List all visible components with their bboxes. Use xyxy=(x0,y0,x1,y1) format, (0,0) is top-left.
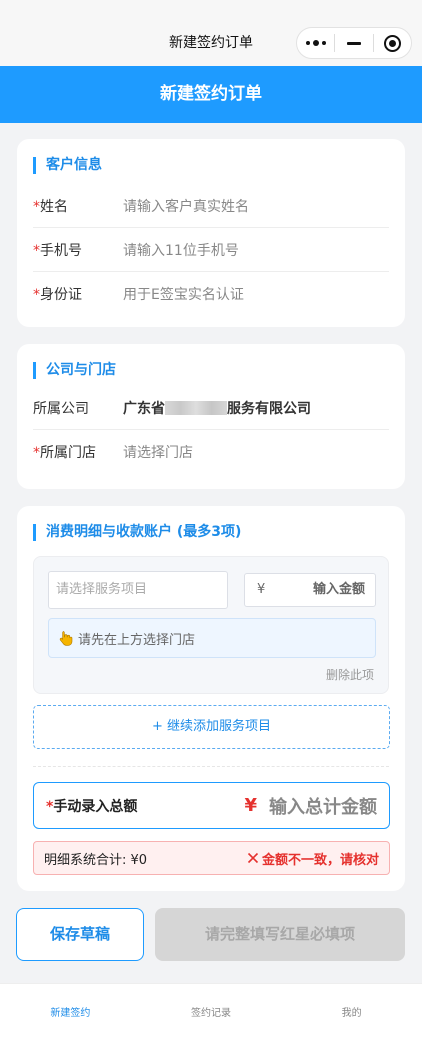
id-row[interactable]: *身份证 用于E签宝实名认证 xyxy=(33,272,389,316)
items-card: 消费明细与收款账户 (最多3项) 请选择服务项目 ¥ 输入金额 请先在上方选择门… xyxy=(17,506,405,891)
name-label: 姓名 xyxy=(40,198,68,215)
page-header: 新建签约订单 xyxy=(0,66,422,123)
store-picker[interactable]: 请选择门店 xyxy=(123,442,193,462)
total-currency-symbol: ¥ xyxy=(244,795,257,816)
id-label: 身份证 xyxy=(40,287,82,303)
company-value: 广东省 服务有限公司 xyxy=(123,400,311,417)
service-picker[interactable]: 请选择服务项目 xyxy=(48,571,228,609)
delete-item-button[interactable]: 删除此项 xyxy=(326,666,374,683)
total-amount-field[interactable]: *手动录入总额 ¥ 输入总计金额 xyxy=(33,782,390,829)
currency-symbol: ¥ xyxy=(257,582,266,597)
company-card: 公司与门店 所属公司 广东省 服务有限公司 *所属门店 请选择门店 xyxy=(17,344,405,489)
required-mark: * xyxy=(33,242,40,259)
name-row[interactable]: *姓名 请输入客户真实姓名 xyxy=(33,184,389,228)
minimize-icon xyxy=(346,41,361,45)
id-input[interactable]: 用于E签宝实名认证 xyxy=(123,284,244,304)
close-button[interactable] xyxy=(374,28,411,58)
customer-info-card: 客户信息 *姓名 请输入客户真实姓名 *手机号 请输入11位手机号 *身份证 用… xyxy=(17,139,405,327)
amount-input[interactable]: ¥ 输入金额 xyxy=(244,573,376,607)
total-label: 手动录入总额 xyxy=(53,798,138,815)
name-input[interactable]: 请输入客户真实姓名 xyxy=(123,196,249,216)
more-icon xyxy=(305,40,326,46)
system-total: 明细系统合计: ¥0 xyxy=(44,852,148,868)
required-mark: * xyxy=(33,198,40,215)
phone-input[interactable]: 请输入11位手机号 xyxy=(123,240,239,260)
amount-placeholder: 输入金额 xyxy=(312,582,365,597)
close-target-icon xyxy=(383,34,401,52)
bottom-tab-bar: 新建签约 签约记录 我的 xyxy=(0,983,422,1039)
phone-row[interactable]: *手机号 请输入11位手机号 xyxy=(33,228,389,272)
service-item: 请选择服务项目 ¥ 输入金额 请先在上方选择门店 删除此项 xyxy=(33,556,389,694)
store-row[interactable]: *所属门店 请选择门店 xyxy=(33,430,389,474)
mismatch-text: 金额不一致，请核对 xyxy=(261,852,379,868)
divider xyxy=(33,766,389,767)
required-mark: * xyxy=(33,287,40,303)
company-row: 所属公司 广东省 服务有限公司 xyxy=(33,386,389,430)
total-amount-input[interactable]: 输入总计金额 xyxy=(269,793,377,819)
minimize-button[interactable] xyxy=(335,28,372,58)
items-section-title: 消费明细与收款账户 (最多3项) xyxy=(33,524,241,541)
more-button[interactable] xyxy=(297,28,334,58)
store-label: 所属门店 xyxy=(40,445,96,461)
required-mark: * xyxy=(33,445,40,461)
store-tip: 请先在上方选择门店 xyxy=(48,618,376,658)
tab-mine[interactable]: 我的 xyxy=(281,984,422,1039)
tab-new-contract[interactable]: 新建签约 xyxy=(0,984,141,1039)
pointing-hand-icon xyxy=(59,631,73,646)
company-label: 所属公司 xyxy=(33,400,89,417)
mini-program-capsule xyxy=(296,27,412,59)
company-section-title: 公司与门店 xyxy=(33,362,116,379)
phone-label: 手机号 xyxy=(40,242,82,259)
store-tip-text: 请先在上方选择门店 xyxy=(78,632,196,648)
close-x-icon xyxy=(247,852,259,864)
add-service-button[interactable]: + 继续添加服务项目 xyxy=(33,705,390,749)
wechat-title-bar: 新建签约订单 xyxy=(0,0,422,66)
tab-contract-records[interactable]: 签约记录 xyxy=(141,984,282,1039)
redacted-block xyxy=(165,400,227,415)
customer-section-title: 客户信息 xyxy=(33,157,102,174)
save-draft-button[interactable]: 保存草稿 xyxy=(16,908,144,961)
submit-button[interactable]: 请完整填写红星必填项 xyxy=(155,908,405,961)
amount-mismatch-warning: 明细系统合计: ¥0 金额不一致，请核对 xyxy=(33,841,390,875)
